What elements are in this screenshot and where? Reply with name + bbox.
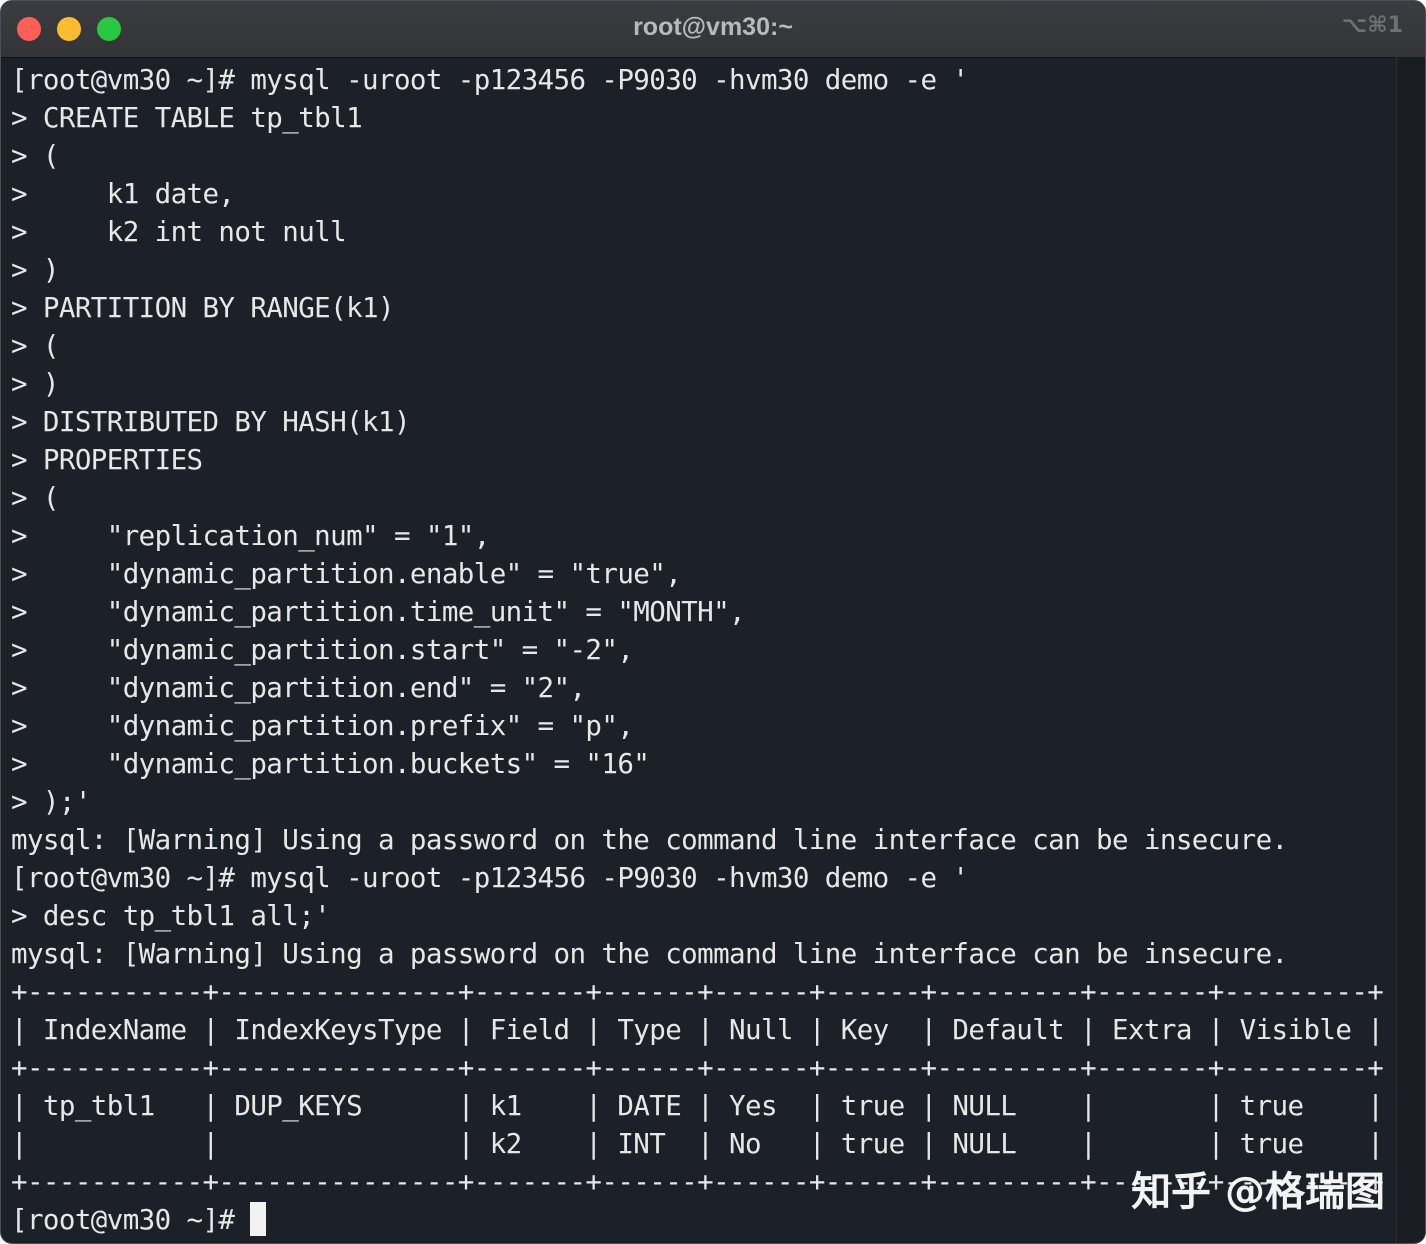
terminal-line: > "dynamic_partition.start" = "-2", [11,634,634,666]
table-row: | | | k2 | INT | No | true | NULL | | tr… [11,1128,1384,1160]
terminal-line: > PARTITION BY RANGE(k1) [11,292,395,324]
terminal-line: > ( [11,330,59,362]
scrollbar[interactable] [1396,57,1425,1243]
terminal-line: mysql: [Warning] Using a password on the… [11,938,1288,970]
terminal-line: > "dynamic_partition.enable" = "true", [11,558,682,590]
terminal-line: > "dynamic_partition.buckets" = "16" [11,748,650,780]
terminal-line: mysql: [Warning] Using a password on the… [11,824,1288,856]
table-border-line: +-----------+---------------+-------+---… [11,1052,1384,1084]
title-bar[interactable]: root@vm30:~ ⌥⌘1 [1,1,1425,58]
terminal-line: [root@vm30 ~]# mysql -uroot -p123456 -P9… [11,64,969,96]
terminal-line: > ) [11,368,59,400]
window-shortcut: ⌥⌘1 [1341,13,1403,38]
watermark: 知乎 @格瑞图 [1131,1169,1385,1215]
terminal-line: > "replication_num" = "1", [11,520,490,552]
terminal-output[interactable]: [root@vm30 ~]# mysql -uroot -p123456 -P9… [1,57,1397,1243]
terminal-line: > CREATE TABLE tp_tbl1 [11,102,363,134]
table-row: | tp_tbl1 | DUP_KEYS | k1 | DATE | Yes |… [11,1090,1384,1122]
table-header-row: | IndexName | IndexKeysType | Field | Ty… [11,1014,1384,1046]
terminal-line: > k2 int not null [11,216,347,248]
terminal-line: > );' [11,786,91,818]
terminal-line: > k1 date, [11,178,235,210]
terminal-line: > ( [11,482,59,514]
terminal-line: > DISTRIBUTED BY HASH(k1) [11,406,411,438]
terminal-line: > PROPERTIES [11,444,203,476]
text-cursor [250,1202,267,1236]
terminal-line: [root@vm30 ~]# mysql -uroot -p123456 -P9… [11,862,969,894]
window-title: root@vm30:~ [633,13,793,41]
terminal-line: > "dynamic_partition.time_unit" = "MONTH… [11,596,746,628]
shell-prompt: [root@vm30 ~]# [11,1204,251,1236]
terminal-line: > desc tp_tbl1 all;' [11,900,331,932]
terminal-line: > ( [11,140,59,172]
table-border-line: +-----------+---------------+-------+---… [11,976,1384,1008]
terminal-line: > ) [11,254,59,286]
terminal-window: root@vm30:~ ⌥⌘1 [root@vm30 ~]# mysql -ur… [0,0,1426,1244]
terminal-line: > "dynamic_partition.end" = "2", [11,672,586,704]
terminal-line: > "dynamic_partition.prefix" = "p", [11,710,634,742]
